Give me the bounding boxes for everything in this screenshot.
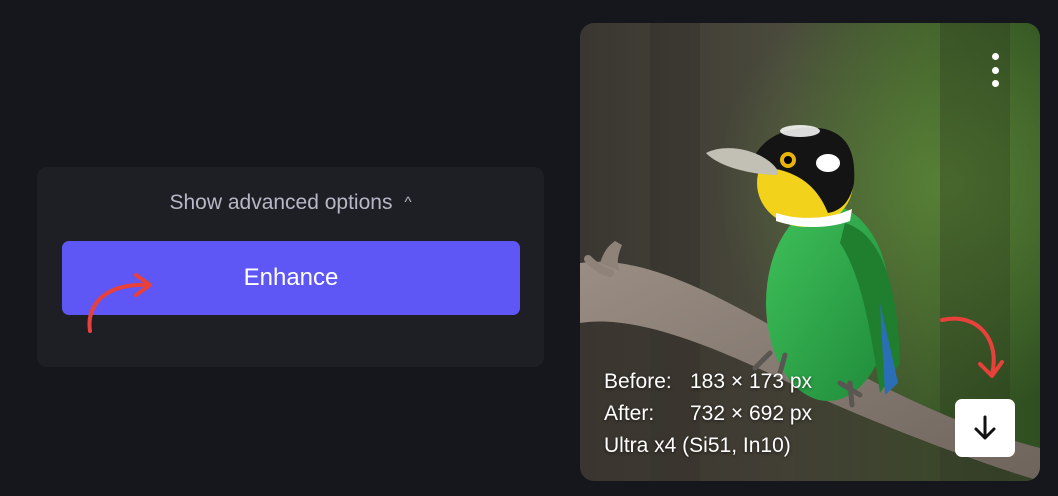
result-info: Before: 183 × 173 px After: 732 × 692 px U… xyxy=(604,366,812,462)
download-arrow-icon xyxy=(974,415,996,440)
chevron-up-icon: ^ xyxy=(404,194,412,211)
more-options-button[interactable] xyxy=(984,53,1006,87)
more-dot xyxy=(991,80,999,87)
show-advanced-options-label: Show advanced options xyxy=(169,191,393,214)
after-row: After: 732 × 692 px xyxy=(604,398,812,430)
annotation-arrow-icon xyxy=(940,316,1004,378)
result-image-card: Before: 183 × 173 px After: 732 × 692 px U… xyxy=(580,23,1040,481)
download-button[interactable] xyxy=(955,399,1015,457)
before-label: Before: xyxy=(604,370,672,393)
more-dot xyxy=(991,66,999,74)
before-row: Before: 183 × 173 px xyxy=(604,366,812,398)
after-label: After: xyxy=(604,402,655,425)
annotation-arrow-icon xyxy=(87,273,152,333)
before-value: 183 × 173 px xyxy=(690,370,813,393)
show-advanced-options-toggle[interactable]: Show advanced options ^ xyxy=(37,191,544,215)
enhance-mode: Ultra x4 (Si51, In10) xyxy=(604,434,791,457)
more-vertical-icon xyxy=(991,53,999,60)
after-value: 732 × 692 px xyxy=(690,402,813,425)
